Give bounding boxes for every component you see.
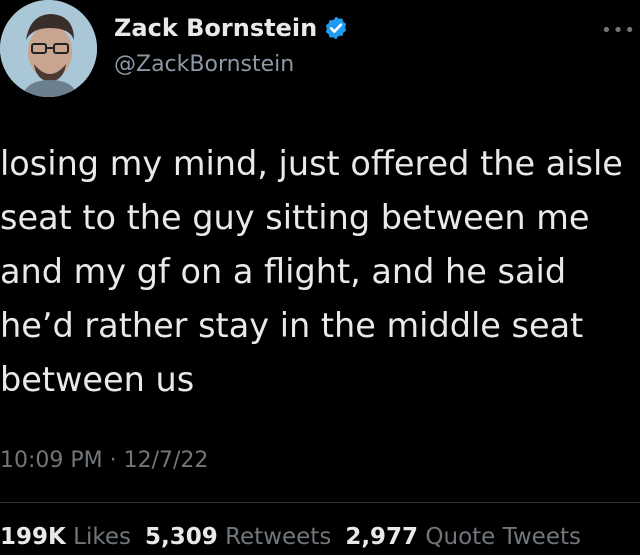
tweet-text-line: he’d rather stay in the middle seat xyxy=(0,306,584,345)
likes-label: Likes xyxy=(73,524,131,550)
quote-tweets-count: 2,977 xyxy=(345,524,419,550)
quote-tweets-stat[interactable]: 2,977 Quote Tweets xyxy=(345,524,581,550)
tweet-timestamp[interactable]: 10:09 PM · 12/7/22 xyxy=(0,448,208,473)
retweets-label: Retweets xyxy=(225,524,332,550)
tweet-text-line: losing my mind, just offered the aisle xyxy=(0,144,623,183)
tweet-text-line: between us xyxy=(0,360,195,399)
tweet-text-line: and my gf on a flight, and he said xyxy=(0,252,567,291)
retweets-stat[interactable]: 5,309 Retweets xyxy=(145,524,331,550)
display-name-text: Zack Bornstein xyxy=(114,14,318,42)
avatar[interactable] xyxy=(0,0,97,97)
likes-stat[interactable]: 199K Likes xyxy=(0,524,131,550)
more-options-icon[interactable]: ••• xyxy=(601,20,636,41)
quote-tweets-label: Quote Tweets xyxy=(425,524,581,550)
display-name[interactable]: Zack Bornstein xyxy=(114,14,349,42)
user-handle[interactable]: @ZackBornstein xyxy=(114,52,294,77)
tweet-stats: 199K Likes 5,309 Retweets 2,977 Quote Twee… xyxy=(0,524,581,550)
likes-count: 199K xyxy=(0,524,66,550)
tweet-text: losing my mind, just offered the aisle s… xyxy=(0,137,640,407)
tweet-text-line: seat to the guy sitting between me xyxy=(0,198,590,237)
tweet-card: Zack Bornstein @ZackBornstein ••• losing… xyxy=(0,0,640,555)
verified-badge-icon xyxy=(323,15,349,41)
divider xyxy=(0,502,640,503)
retweets-count: 5,309 xyxy=(145,524,218,550)
user-avatar-icon xyxy=(0,0,97,97)
